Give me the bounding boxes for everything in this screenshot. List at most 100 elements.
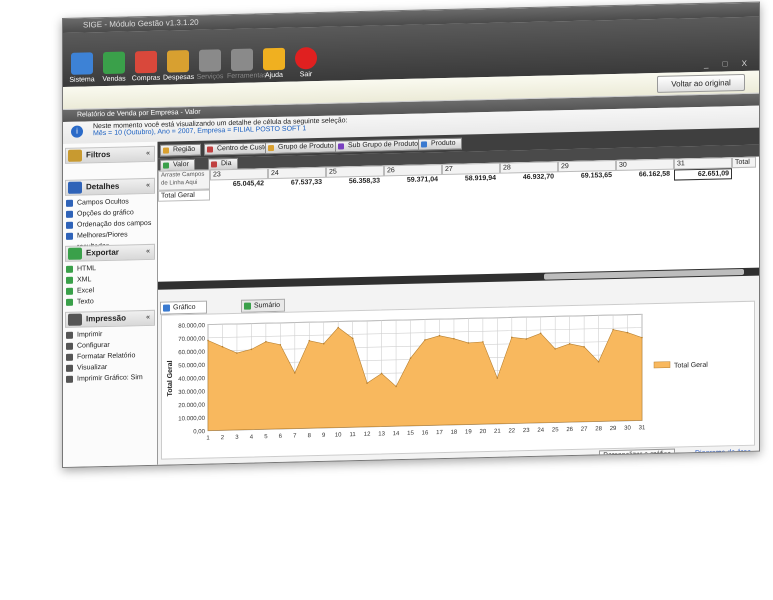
sidebar-item-label: Ordenação dos campos bbox=[77, 219, 152, 229]
sidebar-item-label: Excel bbox=[77, 287, 95, 295]
opcoes-do-grafico-icon bbox=[66, 210, 73, 218]
sidebar-item-label: Texto bbox=[77, 298, 94, 306]
grupo-de-produto-icon bbox=[268, 145, 274, 152]
filtros-icon bbox=[68, 149, 82, 162]
toolbar-compras-button[interactable]: Compras bbox=[131, 50, 161, 86]
toolbar-label: Sistema bbox=[69, 76, 95, 84]
grid-total-cell[interactable]: 62.651,09 bbox=[674, 168, 732, 181]
sair-icon bbox=[295, 46, 317, 70]
sidebar-section-filtros[interactable]: Filtros « bbox=[65, 145, 155, 164]
excel-icon bbox=[66, 287, 73, 295]
sidebar-section-title: Detalhes bbox=[86, 181, 120, 192]
detalhes-icon bbox=[68, 181, 82, 194]
grid-total-cell[interactable]: 65.045,42 bbox=[210, 179, 266, 189]
ordenacao-dos-campos-icon bbox=[66, 221, 73, 229]
sidebar-section-title: Exportar bbox=[86, 247, 119, 258]
back-to-original-button[interactable]: Voltar ao original bbox=[657, 73, 745, 93]
toolbar-sair-button[interactable]: Sair bbox=[291, 46, 321, 82]
toolbar-label: Vendas bbox=[102, 75, 126, 84]
toolbar-despesas-button[interactable]: Despesas bbox=[163, 50, 195, 85]
group-pill-grupo-de-produto[interactable]: Grupo de Produto bbox=[265, 140, 340, 155]
sub-grupo-de-produto-icon bbox=[338, 143, 344, 150]
day-icon bbox=[211, 161, 217, 168]
collapse-icon[interactable]: « bbox=[146, 245, 150, 259]
info-icon: i bbox=[71, 125, 83, 138]
grid-total-cell[interactable]: 46.932,70 bbox=[500, 172, 556, 182]
tab-dynamic-chart[interactable]: Gráfico Dinâmico bbox=[160, 300, 208, 322]
grid-total-cell[interactable]: 58.919,94 bbox=[442, 174, 498, 184]
tab-general-summary[interactable]: Sumário Geral bbox=[241, 298, 286, 320]
grid-total-cell[interactable]: 59.371,04 bbox=[384, 175, 440, 185]
sidebar-item-texto[interactable]: Texto bbox=[63, 295, 157, 308]
sistema-icon bbox=[71, 52, 93, 75]
toolbar-label: Sair bbox=[299, 71, 313, 79]
toolbar-label: Compras bbox=[131, 74, 161, 83]
collapse-icon[interactable]: « bbox=[146, 147, 150, 161]
toolbar-ferramentas-button[interactable]: Ferramentas bbox=[227, 48, 267, 83]
window-reflection bbox=[62, 314, 758, 470]
value-icon bbox=[163, 162, 169, 169]
group-pill-regiao[interactable]: Região bbox=[160, 143, 202, 157]
vendas-icon bbox=[103, 51, 125, 75]
collapse-icon[interactable]: « bbox=[146, 311, 150, 325]
toolbar-label: Despesas bbox=[163, 73, 195, 82]
drag-row-fields-hint: Arraste Campos de Linha Aqui bbox=[158, 169, 210, 191]
toolbar-ajuda-button[interactable]: Ajuda bbox=[259, 47, 289, 83]
grid-total-cell[interactable]: 69.153,65 bbox=[558, 171, 614, 181]
group-pill-label: Região bbox=[173, 145, 196, 154]
regiao-icon bbox=[163, 147, 169, 154]
scrollbar-thumb[interactable] bbox=[544, 268, 744, 280]
group-pill-label: Centro de Custo bbox=[217, 144, 268, 153]
group-pill-sub-grupo-de-produto[interactable]: Sub Grupo de Produto bbox=[335, 138, 425, 153]
value-pill-label: Valor bbox=[173, 161, 189, 169]
sidebar-item-label: XML bbox=[77, 276, 92, 284]
sidebar-item-label: Opções do gráfico bbox=[77, 209, 134, 218]
centro-de-custo-icon bbox=[207, 146, 213, 153]
grid-total-cell[interactable]: 66.162,58 bbox=[616, 170, 672, 180]
grid-total-column-header[interactable]: Total bbox=[732, 156, 756, 169]
window-controls[interactable]: _ □ X bbox=[704, 59, 753, 69]
despesas-icon bbox=[167, 50, 189, 73]
servicos-icon bbox=[199, 49, 221, 72]
toolbar-label: Ajuda bbox=[265, 71, 283, 80]
toolbar-servicos-button[interactable]: Serviços bbox=[195, 49, 225, 84]
sidebar-section-impressao[interactable]: Impressão « bbox=[65, 309, 155, 328]
texto-icon bbox=[66, 298, 73, 306]
day-pill-label: Dia bbox=[221, 160, 232, 168]
campos-ocultos-icon bbox=[66, 199, 73, 207]
sidebar-section-title: Impressão bbox=[86, 313, 127, 324]
group-pill-label: Grupo de Produto bbox=[278, 142, 334, 151]
group-pill-centro-de-custo[interactable]: Centro de Custo bbox=[204, 142, 274, 156]
exportar-icon bbox=[68, 247, 82, 260]
toolbar-label: Ferramentas bbox=[227, 72, 267, 81]
toolbar-sistema-button[interactable]: Sistema bbox=[67, 52, 97, 87]
ajuda-icon bbox=[263, 47, 285, 71]
impressao-icon bbox=[68, 313, 82, 326]
melhores-piores-resultados-icon bbox=[66, 232, 73, 240]
back-to-original-label: Voltar ao original bbox=[671, 78, 731, 89]
horizontal-scrollbar[interactable] bbox=[158, 267, 759, 290]
total-row-label: Total Geral bbox=[158, 189, 210, 202]
stage: SIGE - Módulo Gestão v1.3.1.20 Sistema Ve… bbox=[0, 0, 773, 600]
grid-total-cell[interactable]: 67.537,33 bbox=[268, 178, 324, 188]
produto-icon bbox=[421, 141, 427, 148]
grid-total-cell[interactable]: 56.358,33 bbox=[326, 176, 382, 186]
collapse-icon[interactable]: « bbox=[146, 179, 150, 193]
toolbar-label: Serviços bbox=[196, 73, 224, 81]
html-icon bbox=[66, 265, 73, 273]
group-pill-label: Produto bbox=[431, 139, 456, 148]
sidebar-section-detalhes[interactable]: Detalhes « bbox=[65, 177, 155, 196]
sidebar-item-label: Campos Ocultos bbox=[77, 198, 129, 207]
group-pill-label: Sub Grupo de Produto bbox=[348, 140, 419, 150]
pivot-grid[interactable]: Arraste Campos de Linha Aqui Total Geral 2… bbox=[158, 156, 759, 290]
compras-icon bbox=[135, 50, 157, 74]
sidebar-item-melhores-piores-resultados[interactable]: Melhores/Piores resultados bbox=[63, 229, 157, 251]
sidebar-section-title: Filtros bbox=[86, 149, 111, 160]
group-pill-produto[interactable]: Produto bbox=[418, 137, 462, 151]
table-icon bbox=[244, 302, 251, 310]
toolbar-vendas-button[interactable]: Vendas bbox=[99, 51, 129, 86]
sidebar-section-exportar[interactable]: Exportar « bbox=[65, 243, 155, 262]
ferramentas-icon bbox=[231, 48, 253, 72]
chart-icon bbox=[163, 304, 170, 312]
xml-icon bbox=[66, 276, 73, 284]
